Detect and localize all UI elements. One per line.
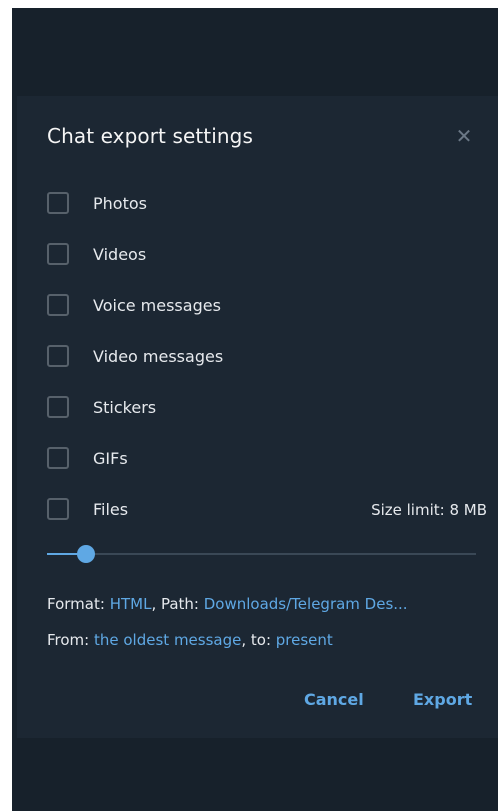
videos-checkbox[interactable]: [47, 243, 69, 265]
format-link[interactable]: HTML: [110, 595, 152, 613]
option-video-messages[interactable]: Video messages: [47, 345, 487, 371]
size-limit-label: Size limit: 8 MB: [371, 501, 487, 519]
chat-export-dialog: Chat export settings ✕ Photos Videos Voi…: [17, 96, 498, 738]
files-checkbox[interactable]: [47, 498, 69, 520]
option-photos[interactable]: Photos: [47, 192, 487, 218]
dialog-title: Chat export settings: [47, 124, 253, 148]
size-limit-slider[interactable]: [47, 544, 476, 564]
to-label: , to:: [241, 631, 276, 649]
option-videos[interactable]: Videos: [47, 243, 487, 269]
slider-track[interactable]: [47, 553, 476, 555]
export-button[interactable]: Export: [413, 690, 472, 709]
date-range-line: From: the oldest message, to: present: [47, 630, 333, 650]
videos-label: Videos: [93, 245, 147, 264]
cancel-button[interactable]: Cancel: [304, 690, 364, 709]
option-stickers[interactable]: Stickers: [47, 396, 487, 422]
path-link[interactable]: Downloads/Telegram Des...: [204, 595, 408, 613]
video-messages-checkbox[interactable]: [47, 345, 69, 367]
path-label: , Path:: [151, 595, 204, 613]
gifs-checkbox[interactable]: [47, 447, 69, 469]
photos-label: Photos: [93, 194, 147, 213]
slider-handle[interactable]: [76, 545, 95, 563]
video-messages-label: Video messages: [93, 347, 224, 366]
option-gifs[interactable]: GIFs: [47, 447, 487, 473]
from-link[interactable]: the oldest message: [94, 631, 241, 649]
stickers-checkbox[interactable]: [47, 396, 69, 418]
voice-messages-label: Voice messages: [93, 296, 221, 315]
files-label: Files: [93, 500, 129, 519]
option-files[interactable]: Files Size limit: 8 MB: [47, 498, 487, 524]
format-path-line: Format: HTML, Path: Downloads/Telegram D…: [47, 594, 408, 614]
format-label: Format:: [47, 595, 110, 613]
stickers-label: Stickers: [93, 398, 157, 417]
to-link[interactable]: present: [276, 631, 333, 649]
from-label: From:: [47, 631, 94, 649]
photos-checkbox[interactable]: [47, 192, 69, 214]
voice-messages-checkbox[interactable]: [47, 294, 69, 316]
option-voice-messages[interactable]: Voice messages: [47, 294, 487, 320]
gifs-label: GIFs: [93, 449, 128, 468]
close-icon[interactable]: ✕: [453, 125, 475, 147]
